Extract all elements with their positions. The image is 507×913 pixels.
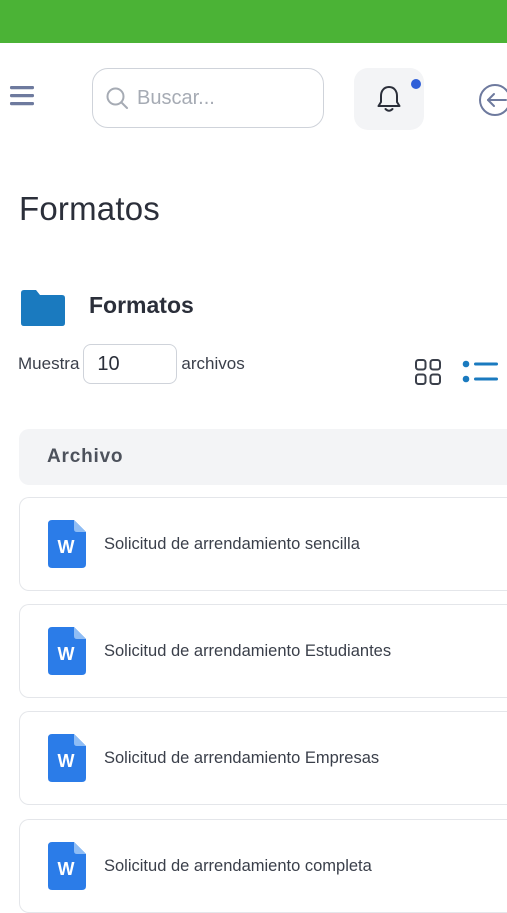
file-name[interactable]: Solicitud de arrendamiento Estudiantes <box>104 642 391 661</box>
menu-button[interactable] <box>8 82 36 110</box>
file-row[interactable]: W Solicitud de arrendamiento Empresas <box>19 711 507 805</box>
svg-text:W: W <box>58 751 75 771</box>
notifications-button[interactable] <box>354 68 424 130</box>
word-document-icon: W <box>48 842 86 890</box>
page-size-input[interactable] <box>83 344 178 384</box>
page-size-suffix: archivos <box>181 354 245 373</box>
file-name[interactable]: Solicitud de arrendamiento Empresas <box>104 749 379 768</box>
table-header: Archivo <box>19 429 507 485</box>
file-row[interactable]: W Solicitud de arrendamiento Estudiantes <box>19 604 507 698</box>
word-document-icon: W <box>48 734 86 782</box>
search-icon <box>105 86 129 110</box>
back-button[interactable] <box>476 82 507 118</box>
page-size-control: Muestra archivos <box>18 344 245 384</box>
page-size-prefix: Muestra <box>18 354 80 373</box>
search-box[interactable] <box>92 68 324 128</box>
folder-title: Formatos <box>89 292 194 318</box>
svg-text:W: W <box>58 859 75 879</box>
grid-view-icon <box>415 359 441 385</box>
file-name[interactable]: Solicitud de arrendamiento sencilla <box>104 535 360 554</box>
menu-icon <box>10 86 34 106</box>
top-status-bar <box>0 0 507 43</box>
svg-text:W: W <box>58 537 75 557</box>
word-document-icon: W <box>48 520 86 568</box>
file-row[interactable]: W Solicitud de arrendamiento sencilla <box>19 497 507 591</box>
bell-icon <box>377 86 401 112</box>
column-header-archivo[interactable]: Archivo <box>47 446 123 468</box>
list-view-button[interactable] <box>461 358 501 386</box>
svg-text:W: W <box>58 644 75 664</box>
file-name[interactable]: Solicitud de arrendamiento completa <box>104 857 372 876</box>
list-view-icon <box>462 360 498 383</box>
word-document-icon: W <box>48 627 86 675</box>
folder-icon <box>21 290 65 326</box>
file-row[interactable]: W Solicitud de arrendamiento completa <box>19 819 507 913</box>
page-title: Formatos <box>19 190 160 227</box>
grid-view-button[interactable] <box>414 358 442 386</box>
back-arrow-icon <box>479 84 507 116</box>
search-input[interactable] <box>135 85 319 111</box>
notification-dot <box>411 79 421 89</box>
